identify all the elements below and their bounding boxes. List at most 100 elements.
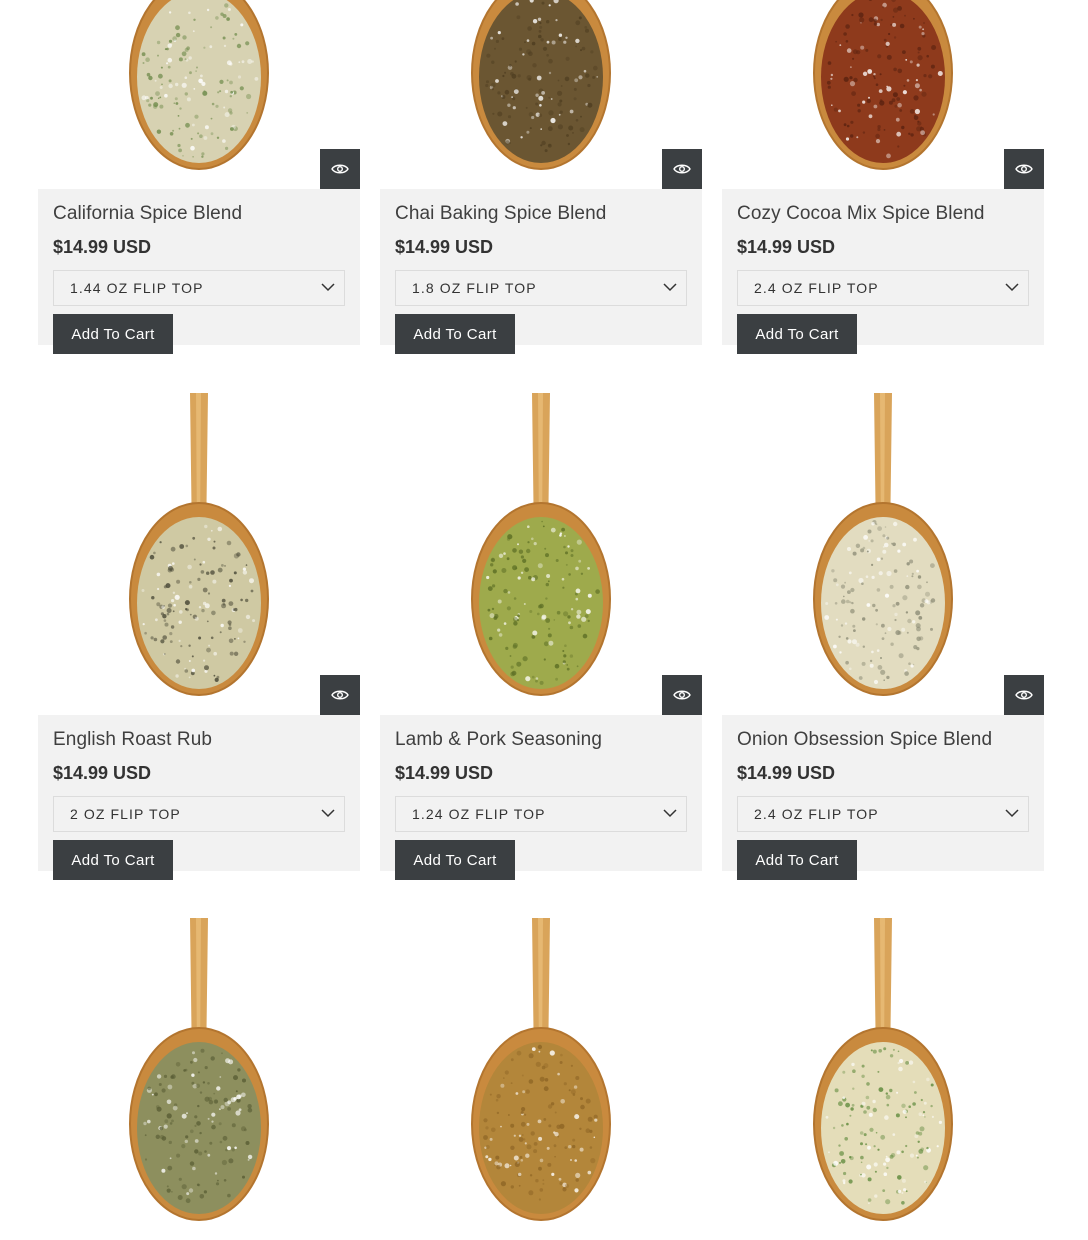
product-image[interactable] (380, 918, 702, 1240)
variant-select[interactable]: 2.4 oz Flip Top (737, 796, 1029, 832)
add-to-cart-button[interactable]: Add To Cart (737, 840, 857, 880)
spice-speck (537, 1119, 542, 1124)
spice-speck (845, 660, 849, 665)
product-title[interactable]: Cozy Cocoa Mix Spice Blend (737, 201, 1029, 227)
spice-speck (210, 117, 213, 120)
spice-speck (862, 617, 866, 621)
spice-speck (833, 1160, 839, 1166)
spice-speck (886, 675, 890, 680)
product-title[interactable]: Onion Obsession Spice Blend (737, 727, 1029, 753)
spice-speck (862, 645, 865, 648)
spice-speck (227, 1107, 232, 1111)
product-title[interactable]: Lamb & Pork Seasoning (395, 727, 687, 753)
spice-speck (188, 56, 192, 60)
spice-speck (202, 601, 207, 606)
spice-speck (914, 83, 920, 89)
spice-speck (171, 1119, 174, 1123)
spice-speck (532, 63, 537, 68)
product-title[interactable]: Chai Baking Spice Blend (395, 201, 687, 227)
spice-speck (226, 60, 232, 66)
spice-speck (866, 98, 871, 104)
product-image[interactable] (38, 918, 360, 1240)
spice-speck (575, 38, 580, 44)
product-image[interactable] (38, 0, 360, 189)
spice-speck (231, 1123, 236, 1128)
spice-speck (193, 1057, 198, 1063)
spice-speck (490, 82, 496, 88)
product-price: $14.99 USD (737, 763, 836, 783)
spice-speck (489, 1093, 492, 1096)
spice-speck (201, 152, 205, 156)
add-to-cart-button[interactable]: Add To Cart (53, 314, 173, 354)
add-to-cart-button[interactable]: Add To Cart (53, 840, 173, 880)
spice-speck (843, 32, 847, 36)
spice-speck (851, 91, 856, 97)
spice-speck (188, 660, 191, 662)
spice-speck (242, 567, 246, 571)
spice-speck (154, 79, 157, 82)
add-to-cart-button[interactable]: Add To Cart (395, 840, 515, 880)
quick-view-button[interactable] (320, 675, 360, 715)
spice-speck (860, 1142, 863, 1146)
spice-speck (219, 90, 222, 93)
spice-speck (228, 1158, 234, 1164)
spice-speck (886, 54, 892, 60)
spice-speck (520, 1121, 526, 1127)
quick-view-button[interactable] (1004, 149, 1044, 189)
spice-speck (576, 614, 581, 619)
spice-speck (535, 1179, 539, 1183)
spice-speck (901, 1201, 905, 1205)
spice-speck (537, 612, 540, 616)
spice-speck (568, 1145, 572, 1149)
product-image[interactable] (722, 918, 1044, 1240)
spice-speck (896, 131, 902, 137)
spice-speck (166, 1188, 171, 1193)
product-card: Onion Obsession Spice Blend $14.99 USD 2… (722, 393, 1044, 880)
spice-speck (888, 32, 891, 36)
product-title[interactable]: English Roast Rub (53, 727, 345, 753)
product-image[interactable] (722, 393, 1044, 715)
spice-speck (863, 535, 868, 540)
variant-select[interactable]: 1.24 oz Flip Top (395, 796, 687, 832)
spice-speck (847, 547, 851, 551)
variant-select[interactable]: 2 oz Flip Top (53, 796, 345, 832)
spice-speck (175, 32, 181, 38)
product-image[interactable] (38, 393, 360, 715)
spice-speck (146, 72, 151, 77)
product-image[interactable] (722, 0, 1044, 189)
product-image[interactable] (380, 393, 702, 715)
spice-speck (491, 607, 495, 611)
spice-speck (167, 1165, 173, 1171)
spice-speck (535, 1061, 541, 1067)
spice-speck (192, 536, 196, 540)
spice-speck (558, 1177, 562, 1181)
product-image[interactable] (380, 0, 702, 189)
spice-speck (846, 599, 850, 604)
spice-speck (208, 644, 211, 647)
quick-view-button[interactable] (320, 149, 360, 189)
add-to-cart-button[interactable]: Add To Cart (395, 314, 515, 354)
spice-speck (561, 527, 565, 532)
spice-speck (542, 1182, 545, 1185)
spice-speck (856, 136, 859, 139)
spice-speck (893, 7, 899, 13)
spice-speck (531, 1047, 536, 1051)
spice-speck (543, 641, 549, 647)
variant-select[interactable]: 1.8 oz Flip Top (395, 270, 687, 306)
variant-select[interactable]: 2.4 oz Flip Top (737, 270, 1029, 306)
add-to-cart-button[interactable]: Add To Cart (737, 314, 857, 354)
quick-view-button[interactable] (1004, 675, 1044, 715)
spice-speck (560, 1099, 565, 1104)
quick-view-button[interactable] (662, 675, 702, 715)
spice-speck (188, 676, 191, 679)
spice-speck (888, 100, 893, 105)
spice-speck (509, 655, 512, 657)
variant-select[interactable]: 1.44 oz Flip Top (53, 270, 345, 306)
product-title[interactable]: California Spice Blend (53, 201, 345, 227)
spice-speck (915, 610, 921, 616)
spice-speck (164, 622, 169, 627)
quick-view-button[interactable] (662, 149, 702, 189)
spice-speck (893, 67, 897, 72)
spice-speck (914, 1091, 917, 1094)
spice-speck (188, 584, 193, 589)
